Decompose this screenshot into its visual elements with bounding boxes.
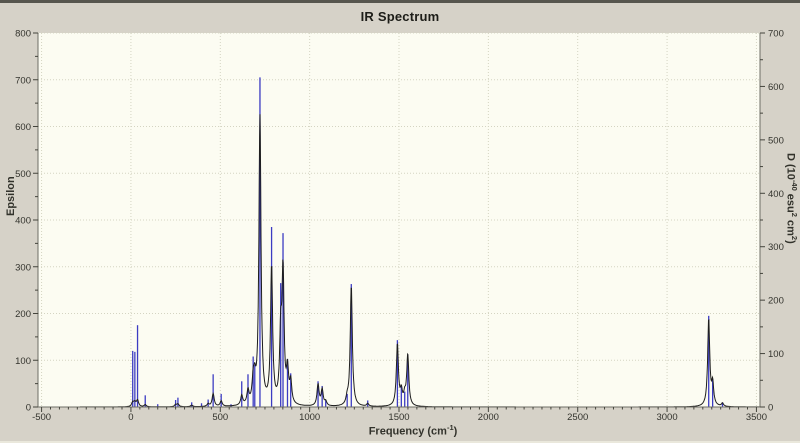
y-right-tick-label: 0 bbox=[768, 403, 773, 414]
y-left-tick-label: 600 bbox=[15, 122, 31, 133]
y-left-tick-label: 400 bbox=[15, 216, 31, 227]
x-tick-label: 0 bbox=[128, 412, 133, 423]
y-right-tick-label: 700 bbox=[768, 29, 784, 40]
x-tick-label: 2500 bbox=[567, 412, 588, 423]
y-left-tick-label: 800 bbox=[15, 29, 31, 40]
y-right-tick-label: 100 bbox=[768, 349, 784, 360]
y-axis-label-left-text: Epsilon bbox=[5, 176, 17, 216]
y-right-tick-label: 600 bbox=[768, 82, 784, 93]
x-tick-label: 500 bbox=[212, 412, 228, 423]
y-left-tick-label: 700 bbox=[15, 75, 31, 86]
ir-spectrum-chart: -500 0 500 1000 1500 2000 2500 3000 350001002003… bbox=[15, 29, 784, 424]
x-tick-label: 3000 bbox=[656, 412, 677, 423]
x-tick-label: 1000 bbox=[299, 412, 320, 423]
y-left-tick-label: 200 bbox=[15, 309, 31, 320]
y-left-tick-label: 500 bbox=[15, 169, 31, 180]
y-axis-label-right: D (10-40 esu2 cm2) bbox=[784, 153, 799, 244]
ir-spectrum-window: IR Spectrum -500 0 500 1000 1500 2000 2500 3000… bbox=[0, 0, 800, 443]
x-axis-label: Frequency (cm-1) bbox=[368, 423, 458, 438]
y-left-tick-label: 0 bbox=[26, 403, 31, 414]
x-tick-label: 2000 bbox=[478, 412, 499, 423]
x-tick-label: -500 bbox=[32, 412, 51, 423]
x-tick-label: 1500 bbox=[388, 412, 409, 423]
y-left-tick-label: 100 bbox=[15, 356, 31, 367]
x-tick-label: 3500 bbox=[746, 412, 767, 423]
y-right-tick-label: 200 bbox=[768, 296, 784, 307]
y-right-tick-label: 500 bbox=[768, 135, 784, 146]
y-right-tick-label: 300 bbox=[768, 242, 784, 253]
y-left-tick-label: 300 bbox=[15, 262, 31, 273]
y-axis-label-left: Epsilon bbox=[5, 176, 17, 216]
y-right-tick-label: 400 bbox=[768, 189, 784, 200]
